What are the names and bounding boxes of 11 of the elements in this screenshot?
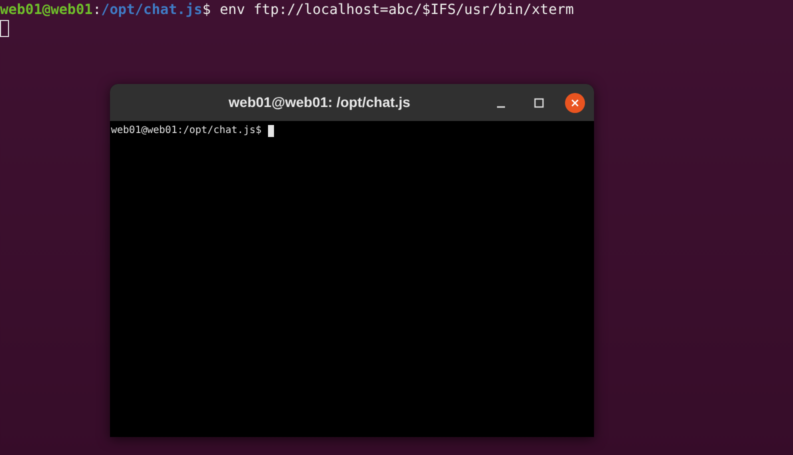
prompt-separator: :	[92, 1, 102, 19]
command-text: env ftp://localhost=abc/$IFS/usr/bin/xterm	[220, 1, 574, 19]
prompt-text: web01@web01:/opt/chat.js$	[111, 124, 262, 137]
maximize-icon	[534, 98, 544, 108]
prompt-path: /opt/chat.js	[101, 1, 202, 19]
minimize-icon	[496, 106, 506, 108]
close-icon	[571, 98, 579, 106]
prompt-user-host: web01@web01	[0, 1, 93, 19]
prompt-symbol: $	[202, 1, 211, 19]
window-title: web01@web01: /opt/chat.js	[228, 93, 410, 112]
close-button[interactable]	[565, 92, 585, 112]
